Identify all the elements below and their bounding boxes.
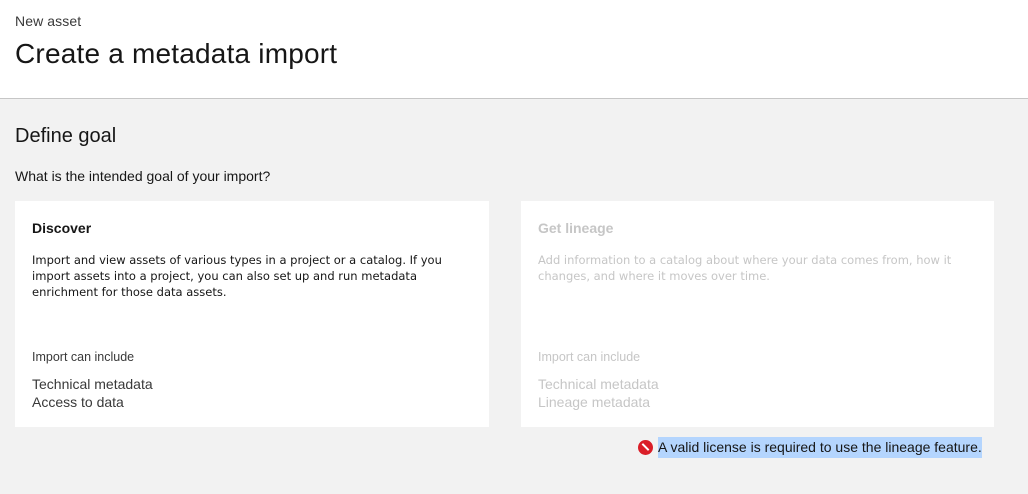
card-subheading: Import can include <box>538 350 641 364</box>
breadcrumb: New asset <box>15 13 82 29</box>
error-icon <box>638 439 653 455</box>
list-item: Technical metadata <box>32 376 153 392</box>
section-title: Define goal <box>15 125 117 147</box>
list-item: Technical metadata <box>538 376 659 392</box>
card-description: Add information to a catalog about where… <box>538 253 952 283</box>
page-header: New asset Create a metadata import <box>0 0 1028 99</box>
error-message: A valid license is required to use the l… <box>658 436 982 458</box>
license-error: A valid license is required to use the l… <box>638 435 982 459</box>
list-item: Access to data <box>32 394 124 410</box>
card-subheading: Import can include <box>32 350 135 364</box>
goal-question: What is the intended goal of your import… <box>15 168 271 184</box>
card-items-list: Technical metadata Access to data <box>32 375 153 411</box>
card-description: Import and view assets of various types … <box>32 253 442 299</box>
page-title: Create a metadata import <box>15 38 338 69</box>
list-item: Lineage metadata <box>538 394 651 410</box>
discover-goal-card[interactable]: Discover Import and view assets of vario… <box>15 201 489 427</box>
card-items-list: Technical metadata Lineage metadata <box>538 375 659 411</box>
card-title: Discover <box>32 220 92 236</box>
lineage-goal-card: Get lineage Add information to a catalog… <box>521 201 994 427</box>
card-title: Get lineage <box>538 220 614 236</box>
